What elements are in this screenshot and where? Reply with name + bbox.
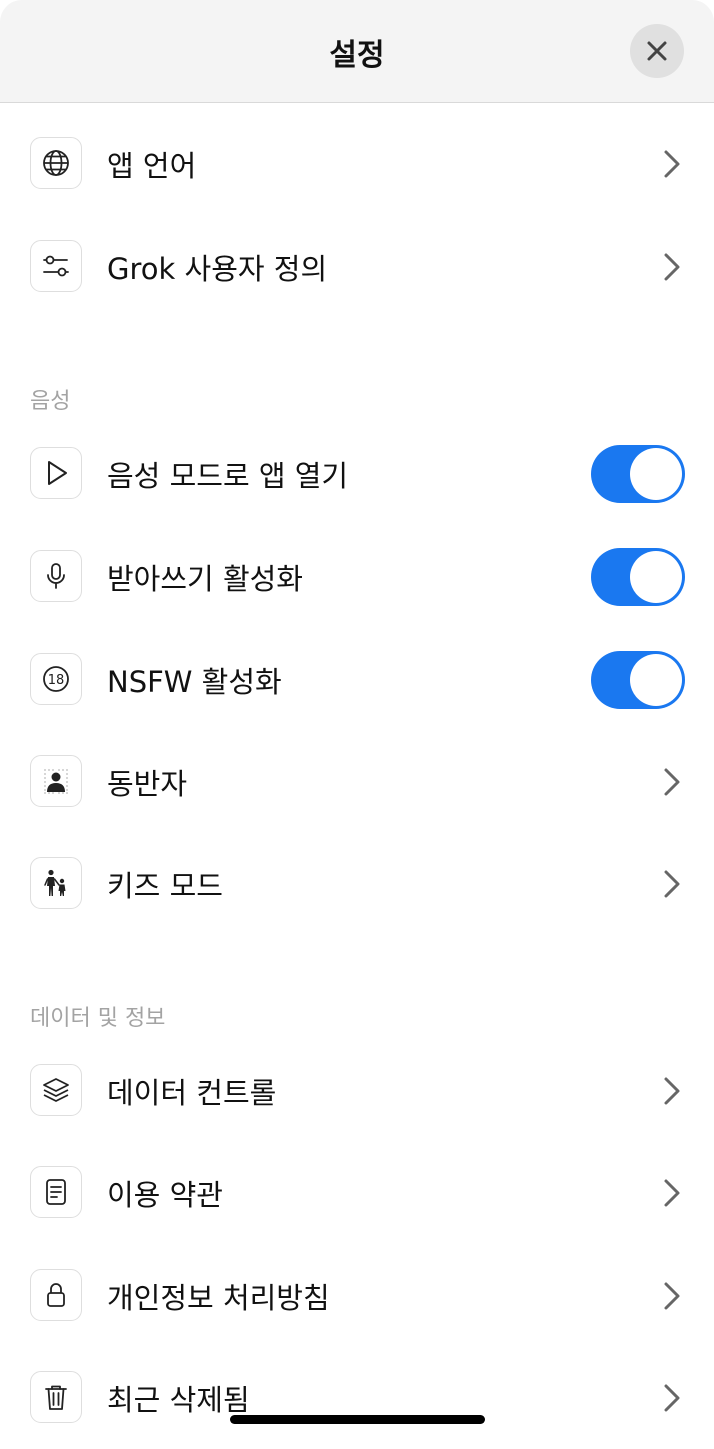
settings-item-dictation: 받아쓰기 활성화 (0, 526, 714, 628)
item-label: Grok 사용자 정의 (107, 252, 328, 286)
microphone-icon (47, 563, 65, 589)
layers-icon (43, 1078, 69, 1102)
icon-container (30, 137, 82, 189)
sliders-icon (43, 255, 69, 277)
section-title-voice: 음성 (30, 389, 71, 414)
trash-icon (45, 1385, 67, 1410)
family-icon (44, 869, 66, 896)
icon-container (30, 1064, 82, 1116)
page-title: 설정 (329, 38, 385, 73)
chevron-right-icon (664, 150, 680, 178)
item-label: 최근 삭제됨 (107, 1383, 250, 1417)
toggle-knob (630, 551, 682, 603)
icon-container (30, 1371, 82, 1423)
settings-item-nsfw: 18 NSFW 활성화 (0, 629, 714, 731)
item-label: 받아쓰기 활성화 (107, 562, 303, 596)
item-label: 이용 약관 (107, 1178, 223, 1212)
section-title-data: 데이터 및 정보 (30, 1006, 166, 1031)
lock-icon (47, 1283, 65, 1307)
settings-item-kids-mode[interactable]: 키즈 모드 (0, 833, 714, 935)
play-icon (48, 461, 67, 485)
home-indicator[interactable] (230, 1415, 485, 1424)
toggle-knob (630, 654, 682, 706)
settings-item-grok-customize[interactable]: Grok 사용자 정의 (0, 216, 714, 318)
open-voice-mode-toggle[interactable] (591, 445, 685, 503)
chevron-right-icon (664, 1384, 680, 1412)
item-label: NSFW 활성화 (107, 665, 282, 699)
chevron-right-icon (664, 870, 680, 898)
item-label: 키즈 모드 (107, 869, 223, 903)
close-icon (647, 41, 667, 61)
item-label: 음성 모드로 앱 열기 (107, 459, 349, 493)
icon-container (30, 550, 82, 602)
settings-header: 설정 (0, 0, 714, 103)
icon-container (30, 857, 82, 909)
icon-container (30, 447, 82, 499)
toggle-knob (630, 448, 682, 500)
item-label: 동반자 (107, 767, 188, 801)
chevron-right-icon (664, 1179, 680, 1207)
age-18-text: 18 (48, 673, 65, 688)
settings-item-companion[interactable]: 동반자 (0, 731, 714, 833)
dictation-toggle[interactable] (591, 548, 685, 606)
settings-item-open-voice-mode: 음성 모드로 앱 열기 (0, 423, 714, 525)
icon-container (30, 1166, 82, 1218)
chevron-right-icon (664, 768, 680, 796)
chevron-right-icon (664, 253, 680, 281)
settings-item-data-controls[interactable]: 데이터 컨트롤 (0, 1040, 714, 1142)
settings-item-app-language[interactable]: 앱 언어 (0, 113, 714, 215)
settings-item-recently-deleted[interactable]: 최근 삭제됨 (0, 1347, 714, 1449)
item-label: 앱 언어 (107, 149, 197, 183)
companion-icon (44, 769, 68, 794)
close-button[interactable] (630, 24, 684, 78)
icon-container (30, 755, 82, 807)
settings-item-terms[interactable]: 이용 약관 (0, 1142, 714, 1244)
chevron-right-icon (664, 1077, 680, 1105)
icon-container (30, 1269, 82, 1321)
item-label: 데이터 컨트롤 (107, 1076, 277, 1110)
nsfw-toggle[interactable] (591, 651, 685, 709)
document-icon (46, 1179, 66, 1205)
settings-item-privacy-policy[interactable]: 개인정보 처리방침 (0, 1245, 714, 1347)
icon-container: 18 (30, 653, 82, 705)
globe-icon (43, 150, 69, 176)
chevron-right-icon (664, 1282, 680, 1310)
item-label: 개인정보 처리방침 (107, 1281, 330, 1315)
age-18-icon: 18 (43, 666, 69, 692)
icon-container (30, 240, 82, 292)
